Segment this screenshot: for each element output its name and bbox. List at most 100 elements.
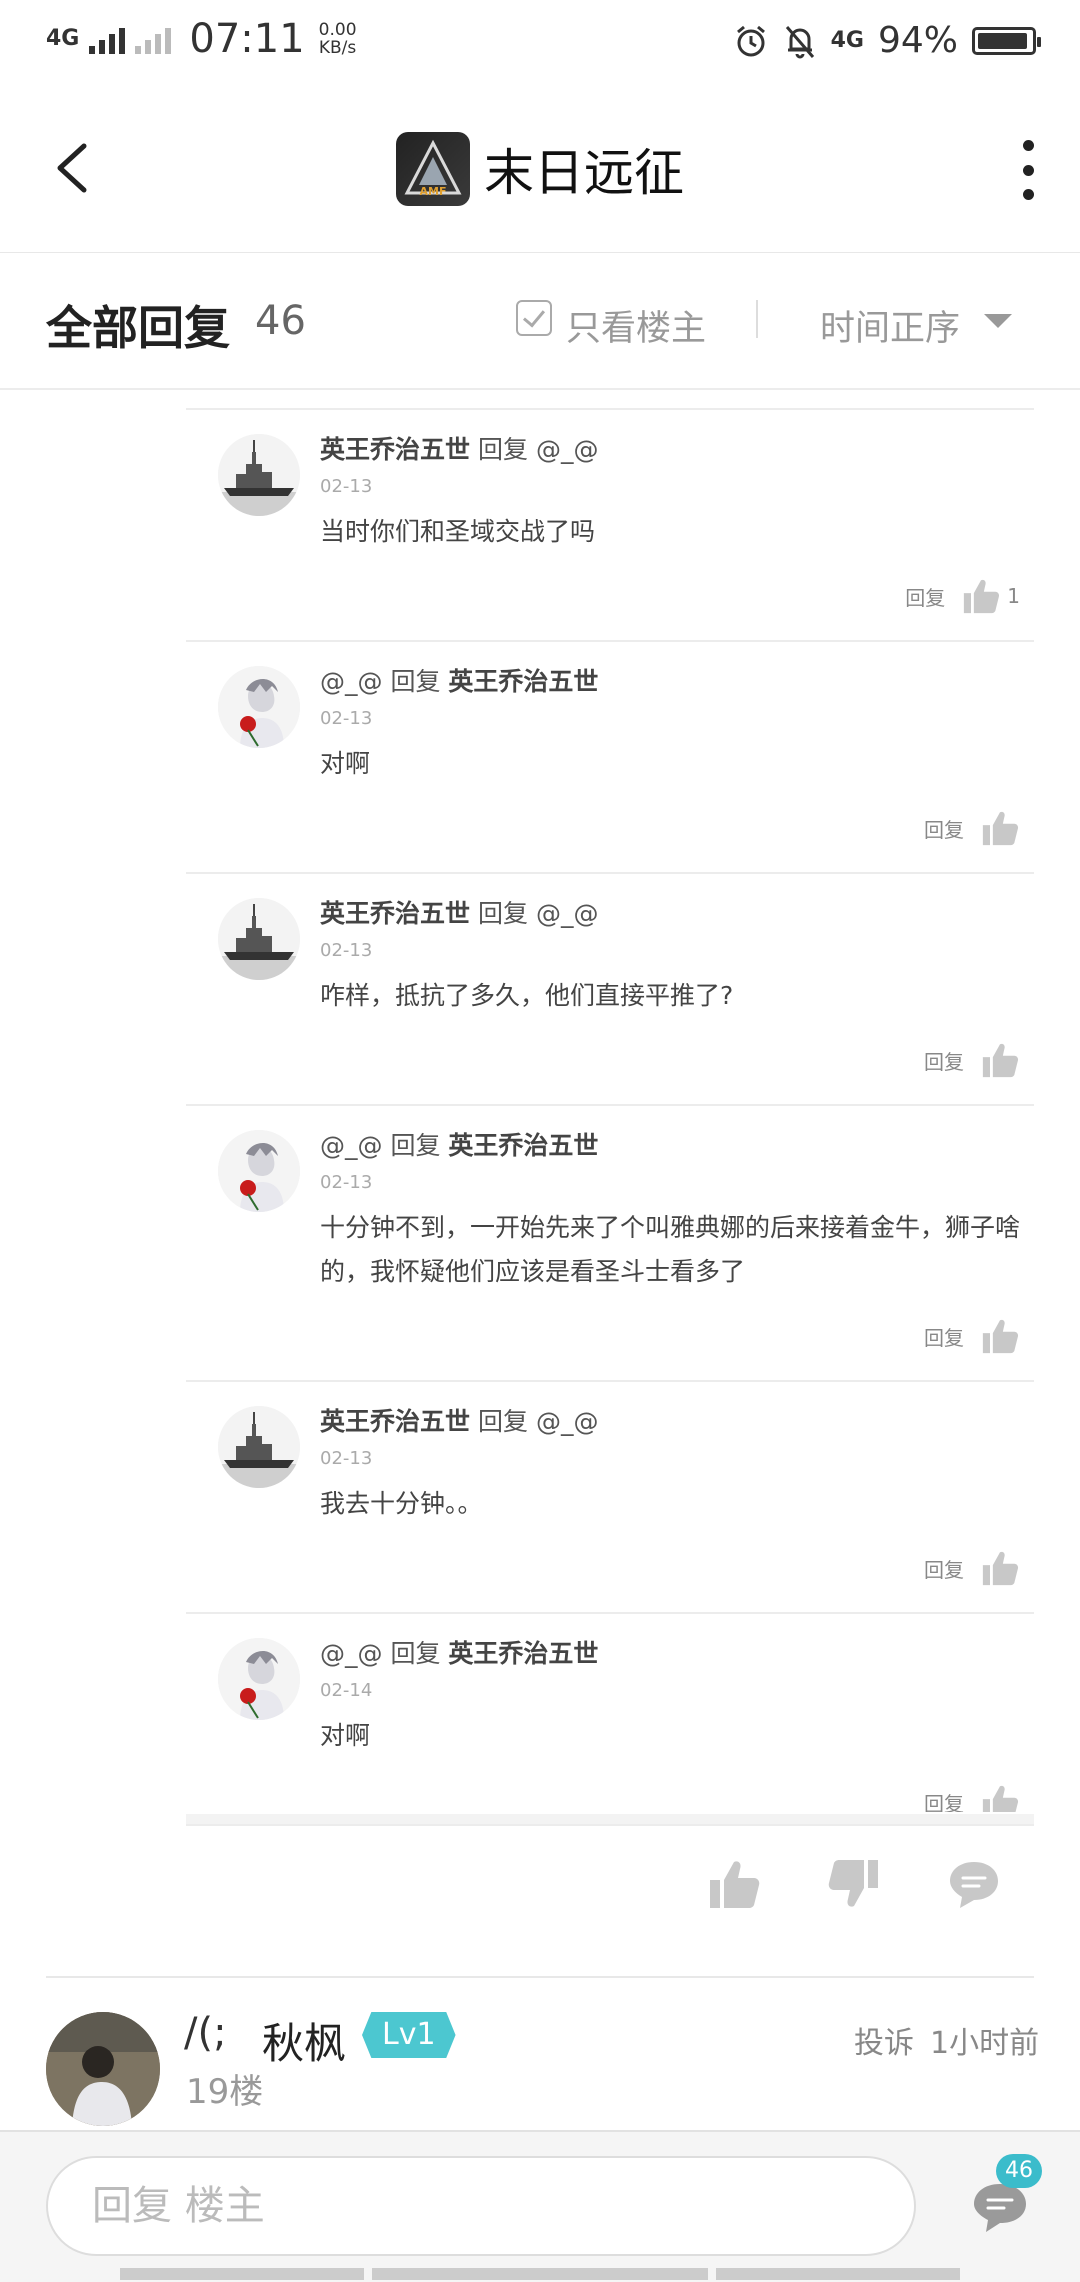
avatar[interactable] (218, 666, 300, 748)
reply-author[interactable]: 英王乔治五世 (320, 1407, 470, 1436)
game-logo: AMF (396, 132, 470, 206)
reply-header: @_@ 回复 英王乔治五世 (320, 1634, 598, 1670)
comments-icon[interactable] (970, 2180, 1030, 2236)
alarm-icon (736, 25, 765, 56)
signal-icon-secondary (135, 24, 172, 54)
filter-bar: 全部回复 46 只看楼主 时间正序 (0, 252, 1080, 390)
reply-button[interactable]: 回复 (924, 1046, 964, 1075)
signal-icon (89, 24, 126, 54)
status-bar: 4G 07:11 0.00 KB/s 4G 94% (0, 0, 1080, 84)
top-app-bar: AMF 末日远征 (0, 84, 1080, 253)
avatar[interactable] (218, 1638, 300, 1720)
only-author-checkbox[interactable] (516, 300, 552, 336)
reply-item[interactable]: @_@ 回复 英王乔治五世 02-14 对啊 回复 (186, 1612, 1034, 1812)
thumb-up-icon[interactable] (961, 576, 1001, 616)
post-time: 1小时前 (930, 2026, 1040, 2061)
reply-header: @_@ 回复 英王乔治五世 (320, 662, 598, 698)
reply-actions: 回复 (924, 808, 1020, 848)
avatar[interactable] (218, 1406, 300, 1488)
reply-verb: 回复 (390, 667, 441, 696)
like-count: 1 (1007, 584, 1020, 608)
logo-text: AMF (420, 185, 447, 198)
reply-header: 英王乔治五世 回复 @_@ (320, 1402, 598, 1438)
reply-date: 02-13 (320, 940, 373, 961)
reply-target[interactable]: @_@ (536, 435, 599, 464)
reply-item[interactable]: @_@ 回复 英王乔治五世 02-13 十分钟不到，一开始先来了个叫雅典娜的后来接着… (186, 1104, 1034, 1380)
network-type: 4G (46, 26, 80, 51)
only-author-label[interactable]: 只看楼主 (566, 300, 706, 351)
reply-target[interactable]: @_@ (536, 899, 599, 928)
like-icon[interactable] (706, 1856, 762, 1912)
thumb-up-icon[interactable] (980, 1316, 1020, 1356)
reply-count: 46 (255, 298, 306, 344)
reply-date: 02-13 (320, 476, 373, 497)
report-link[interactable]: 投诉 (854, 2018, 914, 2062)
post-actions (706, 1856, 1046, 1916)
floor-number: 19楼 (186, 2072, 264, 2112)
reply-text: 十分钟不到，一开始先来了个叫雅典娜的后来接着金牛，狮子啥的，我怀疑他们应该是看圣… (320, 1213, 1021, 1286)
reply-input[interactable]: 回复 楼主 (46, 2156, 916, 2256)
reply-button[interactable]: 回复 (924, 814, 964, 843)
battery-percent: 94% (877, 20, 958, 61)
avatar[interactable] (46, 2012, 160, 2126)
reply-button[interactable]: 回复 (924, 1554, 964, 1583)
comment-icon[interactable] (946, 1856, 1002, 1912)
reply-actions: 回复 (924, 1782, 1020, 1812)
avatar[interactable] (218, 898, 300, 980)
speed-unit: KB/s (318, 38, 357, 58)
divider (756, 300, 758, 338)
reply-target[interactable]: 英王乔治五世 (448, 1639, 598, 1668)
reply-author[interactable]: @_@ (320, 1131, 383, 1160)
sub-reply-list: 英王乔治五世 回复 @_@ 02-13 当时你们和圣域交战了吗 回复 1 @_@ 回复 英… (186, 408, 1034, 1812)
reply-button[interactable]: 回复 (905, 582, 945, 611)
sort-dropdown[interactable]: 时间正序 (820, 300, 960, 351)
all-replies-title: 全部回复 (46, 301, 230, 355)
reply-author[interactable]: 英王乔治五世 (320, 435, 470, 464)
reply-author[interactable]: @_@ (320, 1639, 383, 1668)
clock: 07:11 (189, 16, 305, 62)
network-speed: 0.00 KB/s (319, 21, 357, 57)
reply-text: 对啊 (320, 1721, 371, 1750)
reply-author[interactable]: 英王乔治五世 (320, 899, 470, 928)
reply-actions: 回复 (924, 1316, 1020, 1356)
reply-author[interactable]: @_@ (320, 667, 383, 696)
section-divider (46, 1976, 1034, 1978)
thumb-up-icon[interactable] (980, 1548, 1020, 1588)
reply-date: 02-13 (320, 708, 373, 729)
reply-actions: 回复 (924, 1040, 1020, 1080)
avatar[interactable] (218, 1130, 300, 1212)
reply-target[interactable]: 英王乔治五世 (448, 667, 598, 696)
sub-reply-list-end (186, 1814, 1034, 1826)
reply-item[interactable]: 英王乔治五世 回复 @_@ 02-13 我去十分钟。。回复 (186, 1380, 1034, 1612)
level-badge: Lv1 (362, 2012, 456, 2058)
reply-actions: 回复 1 (905, 576, 1020, 616)
reply-date: 02-13 (320, 1448, 373, 1469)
page-title: 末日远征 (484, 144, 684, 202)
dislike-icon[interactable] (826, 1856, 882, 1912)
reply-item[interactable]: 英王乔治五世 回复 @_@ 02-13 咋样，抵抗了多久，他们直接平推了? 回复 (186, 872, 1034, 1104)
thumb-up-icon[interactable] (980, 808, 1020, 848)
reply-button[interactable]: 回复 (924, 1322, 964, 1351)
reply-actions: 回复 (924, 1548, 1020, 1588)
reply-verb: 回复 (390, 1639, 441, 1668)
username[interactable]: 秋枫 (262, 2010, 346, 2071)
reply-text: 我去十分钟。。 (320, 1489, 483, 1518)
reply-item[interactable]: @_@ 回复 英王乔治五世 02-13 对啊 回复 (186, 640, 1034, 872)
reply-header: @_@ 回复 英王乔治五世 (320, 1126, 598, 1162)
bottom-bar: 回复 楼主 46 (0, 2130, 1080, 2282)
reply-button[interactable]: 回复 (924, 1788, 964, 1813)
mute-bell-icon (785, 25, 814, 58)
reply-header: 英王乔治五世 回复 @_@ (320, 894, 598, 930)
reply-verb: 回复 (477, 435, 528, 464)
reply-target[interactable]: 英王乔治五世 (448, 1131, 598, 1160)
reply-target[interactable]: @_@ (536, 1407, 599, 1436)
reply-item[interactable]: 英王乔治五世 回复 @_@ 02-13 当时你们和圣域交战了吗 回复 1 (186, 408, 1034, 640)
reply-text: 对啊 (320, 749, 371, 778)
more-options-icon[interactable] (1016, 140, 1040, 200)
avatar[interactable] (218, 434, 300, 516)
dropdown-caret-icon[interactable] (984, 314, 1012, 328)
thumb-up-icon[interactable] (980, 1040, 1020, 1080)
comment-count-badge: 46 (996, 2154, 1042, 2188)
reply-text: 当时你们和圣域交战了吗 (320, 517, 596, 546)
thumb-up-icon[interactable] (980, 1782, 1020, 1812)
